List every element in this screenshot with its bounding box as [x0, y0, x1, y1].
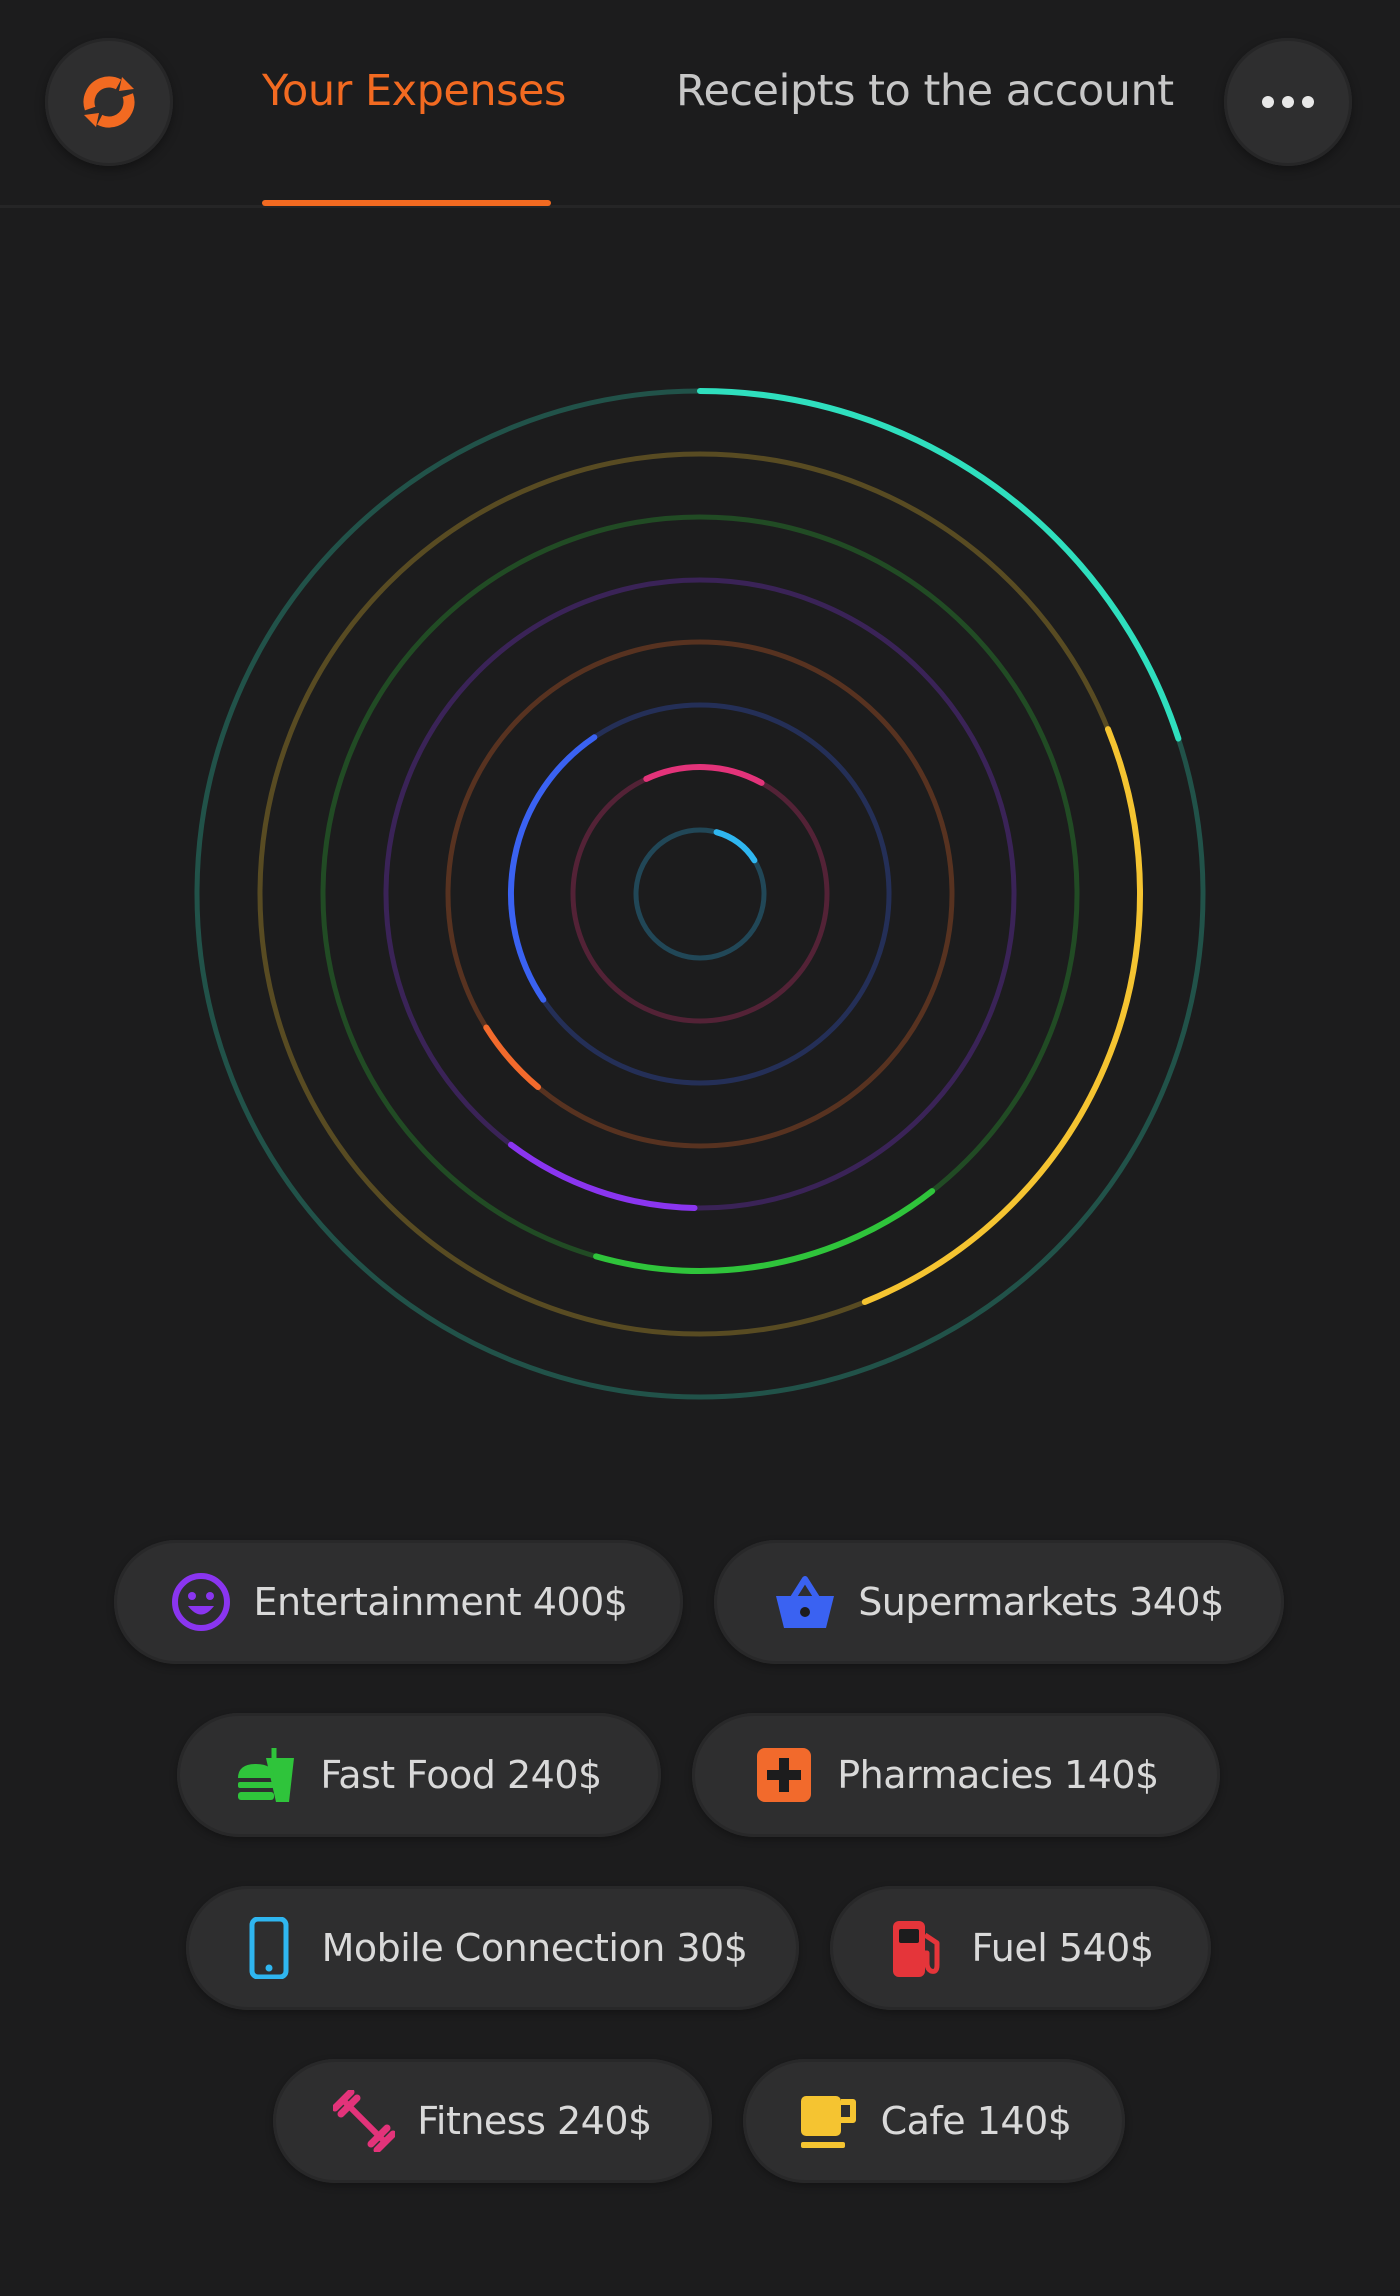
category-chip-entertainment[interactable]: Entertainment 400$ [114, 1540, 683, 1664]
smiley-icon [170, 1571, 232, 1633]
pharmacy-cross-icon [753, 1744, 815, 1806]
category-label: Cafe 140$ [880, 2099, 1072, 2143]
ring-progress-5 [508, 734, 598, 1003]
category-chip-fitness[interactable]: Fitness 240$ [273, 2059, 712, 2183]
category-chip-supermarkets[interactable]: Supermarkets 340$ [714, 1540, 1284, 1664]
category-label: Mobile Connection 30$ [321, 1926, 748, 1970]
fast-food-icon [236, 1744, 298, 1806]
ring-progress-4 [483, 1024, 542, 1091]
dumbbell-icon [333, 2090, 396, 2152]
ring-track-3 [383, 577, 1017, 1211]
coffee-cup-icon [797, 2090, 859, 2152]
ring-progress-3 [508, 1141, 698, 1211]
fuel-pump-icon [887, 1917, 949, 1979]
category-label: Pharmacies 140$ [837, 1753, 1159, 1797]
ring-track-2 [320, 514, 1080, 1274]
category-label: Fuel 540$ [971, 1926, 1154, 1970]
expenses-radial-chart [194, 388, 1206, 1400]
ring-progress-0 [697, 388, 1182, 742]
category-chip-cafe[interactable]: Cafe 140$ [743, 2059, 1125, 2183]
category-chip-fuel[interactable]: Fuel 540$ [830, 1886, 1211, 2010]
category-label: Entertainment 400$ [253, 1580, 629, 1624]
ring-track-1 [257, 451, 1143, 1337]
category-chip-fast-food[interactable]: Fast Food 240$ [177, 1713, 661, 1837]
phone-icon [238, 1917, 300, 1979]
ring-track-6 [570, 764, 830, 1024]
category-chip-pharmacies[interactable]: Pharmacies 140$ [692, 1713, 1220, 1837]
category-label: Fast Food 240$ [320, 1753, 602, 1797]
category-chip-mobile-connection[interactable]: Mobile Connection 30$ [186, 1886, 799, 2010]
category-label: Supermarkets 340$ [858, 1580, 1224, 1624]
ring-progress-7 [713, 829, 758, 864]
category-label: Fitness 240$ [417, 2099, 652, 2143]
ring-track-0 [194, 388, 1206, 1400]
ring-progress-6 [643, 764, 765, 786]
basket-icon [774, 1571, 836, 1633]
